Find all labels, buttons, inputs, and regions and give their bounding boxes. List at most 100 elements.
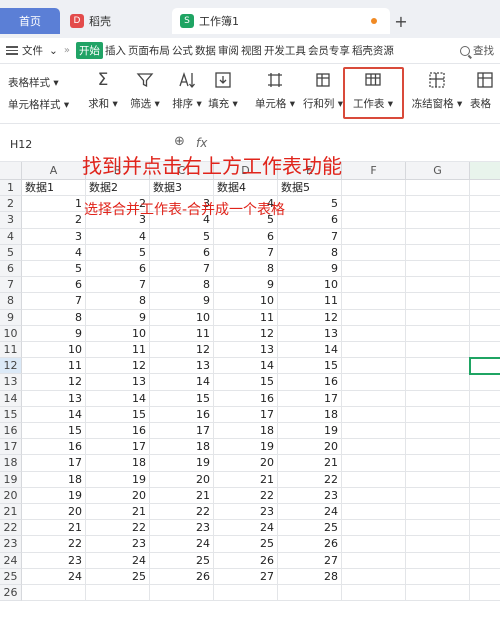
table-cell[interactable] bbox=[406, 228, 470, 245]
table-cell[interactable]: 18 bbox=[150, 439, 214, 456]
table-cell[interactable]: 19 bbox=[278, 423, 342, 440]
select-all-corner[interactable] bbox=[0, 162, 22, 180]
table-cell[interactable]: 20 bbox=[214, 455, 278, 472]
table-cell[interactable]: 5 bbox=[150, 228, 214, 245]
table-cell[interactable] bbox=[406, 374, 470, 391]
table-cell[interactable] bbox=[406, 293, 470, 310]
table-cell[interactable] bbox=[406, 455, 470, 472]
table-cell[interactable]: 17 bbox=[22, 455, 86, 472]
table-cell[interactable]: 12 bbox=[86, 358, 150, 375]
table-cell[interactable]: 20 bbox=[86, 487, 150, 504]
table-cell[interactable]: 16 bbox=[86, 423, 150, 440]
table-cell[interactable] bbox=[406, 358, 470, 375]
table-cell[interactable]: 27 bbox=[214, 568, 278, 585]
table-cell[interactable] bbox=[406, 180, 470, 197]
table-cell[interactable]: 9 bbox=[214, 277, 278, 294]
table-cell[interactable]: 16 bbox=[150, 406, 214, 423]
table-cell[interactable]: 25 bbox=[86, 568, 150, 585]
table-cell[interactable]: 25 bbox=[278, 520, 342, 537]
row-header[interactable]: 17 bbox=[0, 439, 22, 456]
search-box[interactable]: 查找 bbox=[460, 43, 494, 58]
table-cell[interactable]: 7 bbox=[214, 244, 278, 261]
row-header[interactable]: 21 bbox=[0, 504, 22, 521]
row-header[interactable]: 8 bbox=[0, 293, 22, 310]
table-cell[interactable]: 25 bbox=[150, 552, 214, 569]
table-cell[interactable] bbox=[342, 358, 406, 375]
row-header[interactable]: 10 bbox=[0, 325, 22, 342]
table-cell[interactable]: 4 bbox=[86, 228, 150, 245]
menu-icon[interactable] bbox=[6, 46, 18, 55]
table-cell[interactable] bbox=[470, 277, 500, 294]
table-cell[interactable] bbox=[214, 585, 278, 602]
table-cell[interactable] bbox=[342, 455, 406, 472]
table-cell[interactable] bbox=[342, 244, 406, 261]
table-cell[interactable]: 24 bbox=[278, 504, 342, 521]
table-cell[interactable] bbox=[406, 568, 470, 585]
table-cell[interactable]: 22 bbox=[22, 536, 86, 553]
row-header[interactable]: 13 bbox=[0, 374, 22, 391]
table-cell[interactable] bbox=[406, 244, 470, 261]
table-cell[interactable] bbox=[470, 212, 500, 229]
table-cell[interactable] bbox=[406, 196, 470, 213]
table-cell[interactable] bbox=[342, 504, 406, 521]
menu-formula[interactable]: 公式 bbox=[172, 43, 193, 58]
fill-button[interactable]: 填充 ▾ bbox=[196, 68, 250, 118]
menu-file[interactable]: 文件 bbox=[22, 43, 43, 58]
table-cell[interactable]: 21 bbox=[22, 520, 86, 537]
tab-draft[interactable]: D 稻壳 bbox=[62, 8, 170, 34]
table-cell[interactable] bbox=[470, 472, 500, 488]
table-cell[interactable]: 12 bbox=[278, 309, 342, 326]
row-header[interactable]: 1 bbox=[0, 180, 22, 197]
table-cell[interactable]: 11 bbox=[86, 342, 150, 359]
row-header[interactable]: 5 bbox=[0, 244, 22, 261]
fx-icon[interactable]: fx bbox=[196, 136, 207, 150]
table-cell[interactable] bbox=[470, 520, 500, 537]
table-cell[interactable]: 9 bbox=[150, 293, 214, 310]
table-cell[interactable] bbox=[342, 228, 406, 245]
menu-start[interactable]: 开始 bbox=[75, 42, 103, 59]
table-cell[interactable]: 19 bbox=[150, 455, 214, 472]
table-cell[interactable]: 16 bbox=[22, 439, 86, 456]
table-cell[interactable]: 15 bbox=[22, 423, 86, 440]
row-header[interactable]: 12 bbox=[0, 358, 22, 375]
table-cell[interactable] bbox=[406, 390, 470, 407]
active-cell-h12[interactable] bbox=[469, 357, 500, 376]
table-cell[interactable]: 3 bbox=[22, 228, 86, 245]
row-header[interactable]: 19 bbox=[0, 471, 22, 488]
table-cell[interactable]: 11 bbox=[278, 293, 342, 310]
table-cell[interactable] bbox=[150, 585, 214, 602]
table-cell[interactable] bbox=[342, 212, 406, 229]
row-header[interactable]: 15 bbox=[0, 406, 22, 423]
table-cell[interactable]: 28 bbox=[278, 568, 342, 585]
table-cell[interactable]: 7 bbox=[22, 293, 86, 310]
table-cell[interactable]: 17 bbox=[150, 423, 214, 440]
table-cell[interactable] bbox=[406, 552, 470, 569]
table-cell[interactable]: 10 bbox=[22, 342, 86, 359]
table-cell[interactable] bbox=[406, 342, 470, 359]
table-cell[interactable]: 12 bbox=[214, 325, 278, 342]
table-cell[interactable] bbox=[470, 293, 500, 310]
table-cell[interactable]: 18 bbox=[214, 423, 278, 440]
menu-more-icon[interactable]: » bbox=[64, 45, 70, 56]
table-cell[interactable]: 21 bbox=[214, 471, 278, 488]
table-cell[interactable] bbox=[342, 487, 406, 504]
spreadsheet-grid[interactable]: ABCDEFGH1数据1数据2数据3数据4数据52123453234564345… bbox=[0, 162, 500, 618]
table-cell[interactable]: 15 bbox=[86, 406, 150, 423]
table-cell[interactable]: 17 bbox=[214, 406, 278, 423]
table-cell[interactable] bbox=[342, 325, 406, 342]
table-cell[interactable] bbox=[342, 423, 406, 440]
table-cell[interactable]: 14 bbox=[150, 374, 214, 391]
menu-insert[interactable]: 插入 bbox=[105, 43, 126, 58]
table-cell[interactable]: 9 bbox=[22, 325, 86, 342]
table-cell[interactable] bbox=[342, 568, 406, 585]
table-cell[interactable]: 15 bbox=[278, 358, 342, 375]
table-cell[interactable]: 6 bbox=[278, 212, 342, 229]
row-header[interactable]: 23 bbox=[0, 536, 22, 553]
table-cell[interactable] bbox=[406, 487, 470, 504]
table-cell[interactable]: 数据2 bbox=[86, 180, 150, 197]
table-cell[interactable] bbox=[470, 585, 500, 602]
menu-data[interactable]: 数据 bbox=[195, 43, 216, 58]
menu-member[interactable]: 会员专享 bbox=[308, 43, 350, 58]
table-cell[interactable]: 22 bbox=[150, 504, 214, 521]
table-cell[interactable] bbox=[470, 439, 500, 456]
